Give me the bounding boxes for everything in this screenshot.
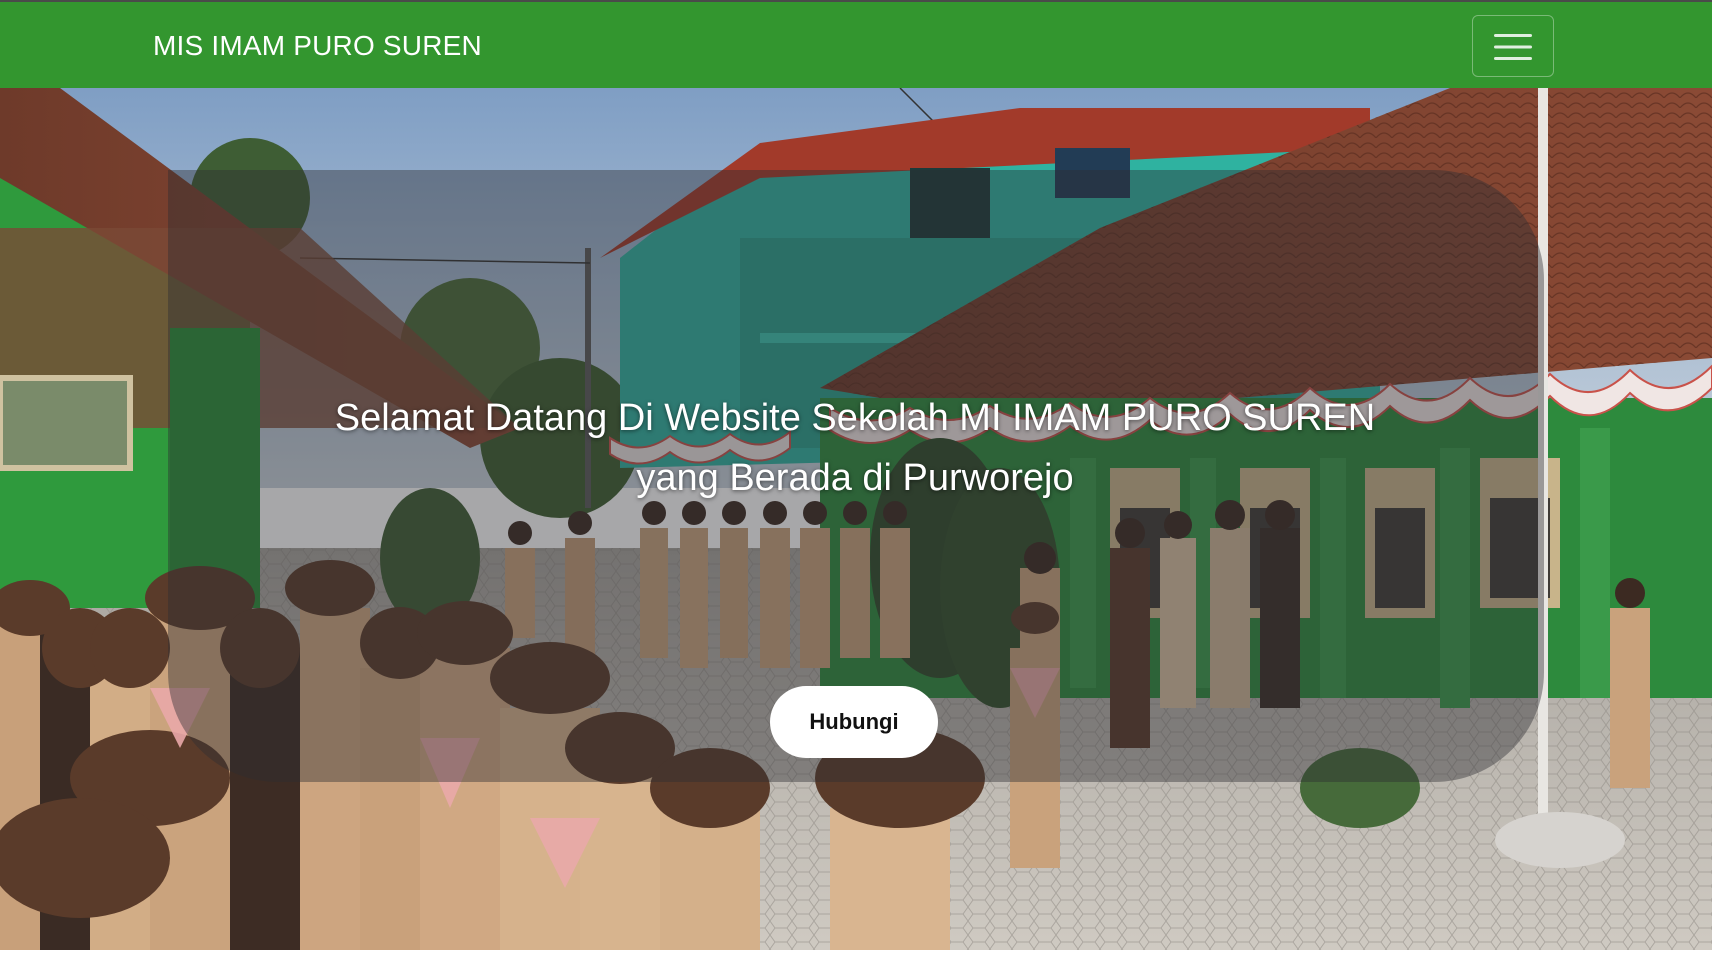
navbar: MIS IMAM PURO SUREN: [0, 0, 1712, 88]
hero-section: Selamat Datang Di Website Sekolah MI IMA…: [0, 88, 1712, 950]
hero-title-line-1: Selamat Datang Di Website Sekolah MI IMA…: [334, 397, 1376, 439]
page-bottom-edge: [0, 950, 1712, 954]
hero-title: Selamat Datang Di Website Sekolah MI IMA…: [260, 388, 1450, 508]
hubungi-button[interactable]: Hubungi: [770, 686, 938, 758]
navbar-toggle-button[interactable]: [1472, 15, 1554, 77]
hero-title-line-2: yang Berada di Purworejo: [636, 457, 1074, 499]
hamburger-menu-icon: [1494, 34, 1532, 60]
navbar-brand[interactable]: MIS IMAM PURO SUREN: [153, 30, 482, 62]
